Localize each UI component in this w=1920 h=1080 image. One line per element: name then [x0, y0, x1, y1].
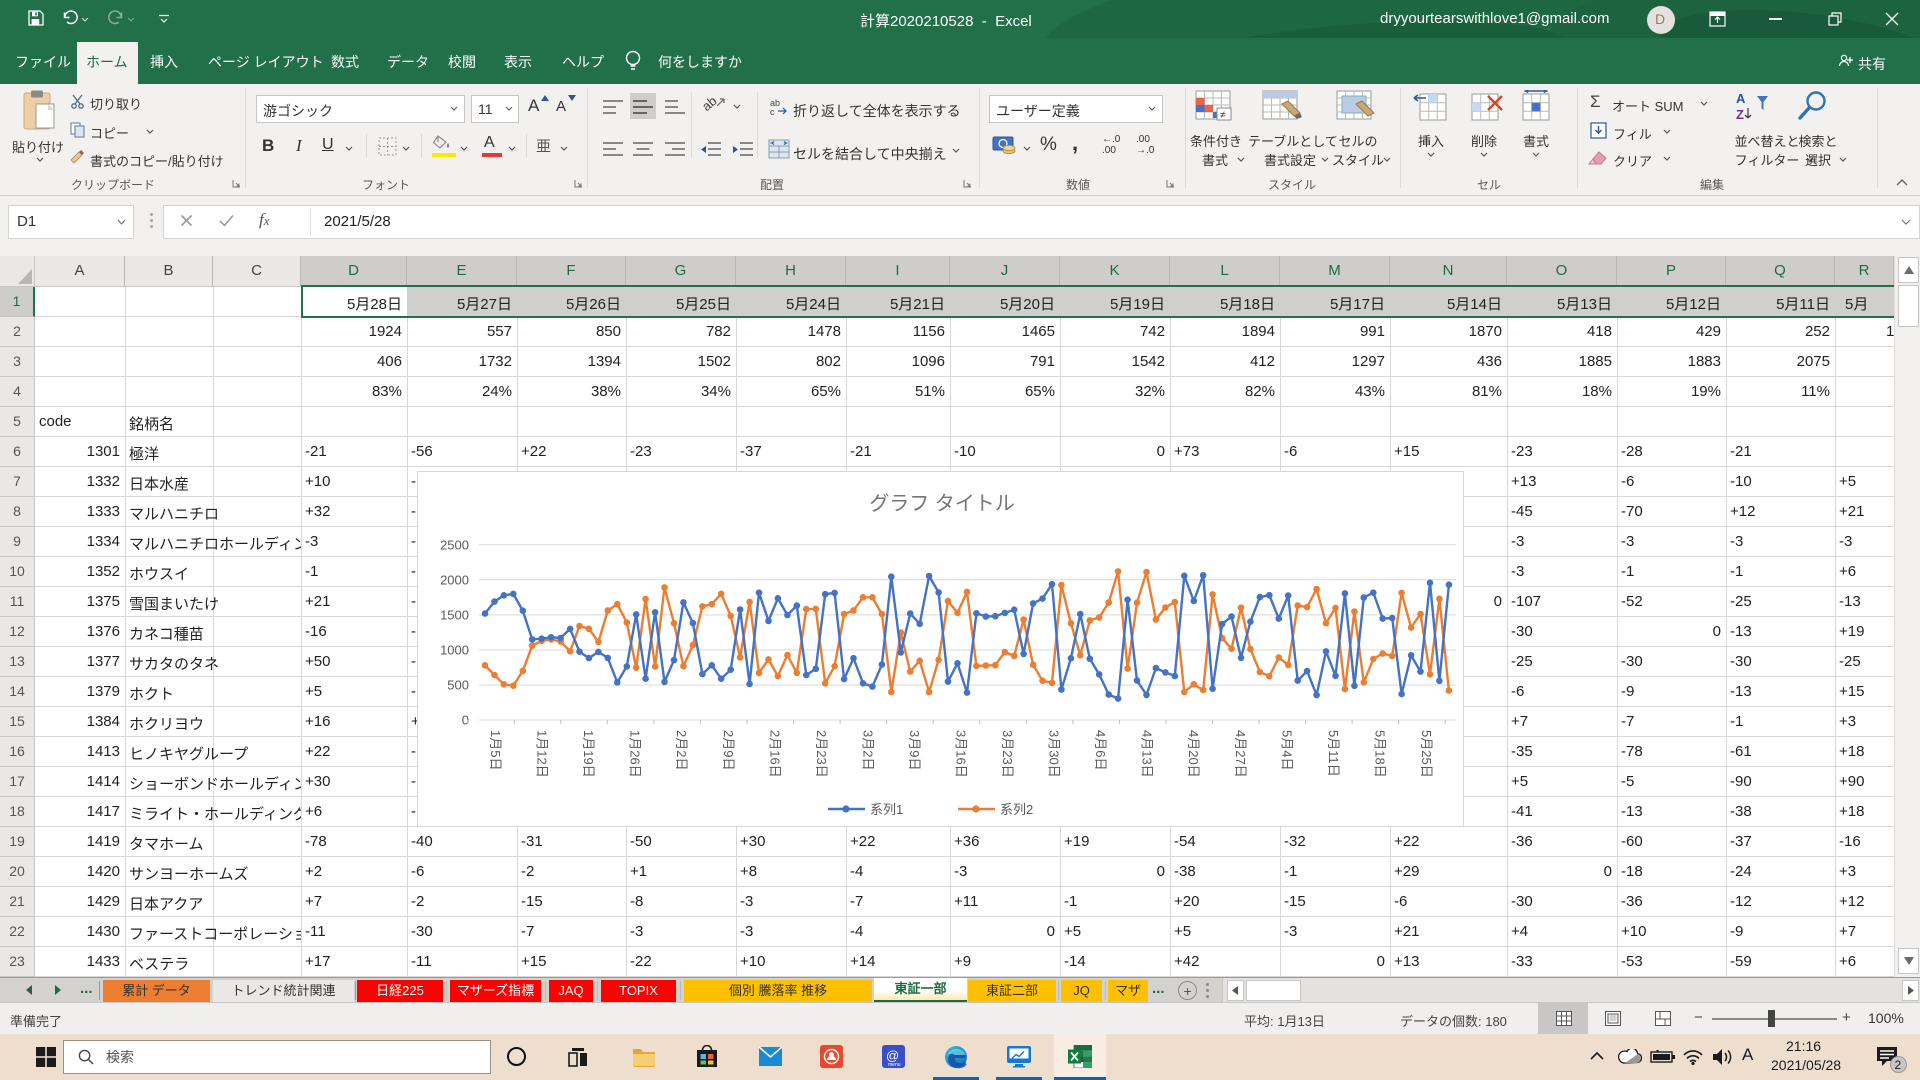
svg-text:2000: 2000 — [440, 572, 469, 587]
svg-text:2月9日: 2月9日 — [721, 730, 736, 770]
svg-text:1月26日: 1月26日 — [628, 730, 643, 778]
svg-text:2500: 2500 — [440, 537, 469, 552]
svg-text:c: c — [770, 107, 775, 116]
svg-text:1月5日: 1月5日 — [488, 730, 503, 770]
svg-text:1月12日: 1月12日 — [535, 730, 550, 778]
svg-text:≠: ≠ — [1220, 110, 1226, 121]
svg-text:3月30日: 3月30日 — [1047, 730, 1062, 778]
svg-text:2月23日: 2月23日 — [814, 730, 829, 778]
svg-text:4月13日: 4月13日 — [1140, 730, 1155, 778]
svg-text:2月16日: 2月16日 — [767, 730, 782, 778]
svg-text:3月23日: 3月23日 — [1000, 730, 1015, 778]
svg-text:5月11日: 5月11日 — [1326, 730, 1341, 777]
svg-text:A: A — [1736, 91, 1746, 106]
svg-text:@: @ — [886, 1048, 899, 1063]
svg-text:系列1: 系列1 — [870, 802, 903, 817]
svg-text:5月25日: 5月25日 — [1419, 730, 1434, 778]
svg-text:グラフ タイトル: グラフ タイトル — [869, 492, 1015, 515]
svg-text:3月16日: 3月16日 — [954, 730, 969, 778]
svg-text:4月6日: 4月6日 — [1093, 730, 1108, 770]
svg-text:4月27日: 4月27日 — [1233, 730, 1248, 778]
svg-text:3月9日: 3月9日 — [907, 730, 922, 770]
svg-text:1000: 1000 — [440, 642, 469, 657]
svg-text:1500: 1500 — [440, 607, 469, 622]
svg-text:5月18日: 5月18日 — [1372, 730, 1387, 778]
svg-text:1月19日: 1月19日 — [581, 730, 596, 778]
svg-text:2月2日: 2月2日 — [674, 730, 689, 770]
svg-text:4月20日: 4月20日 — [1186, 730, 1201, 778]
svg-text:menu: menu — [888, 1062, 901, 1068]
svg-text:系列2: 系列2 — [1000, 802, 1033, 817]
svg-text:5月4日: 5月4日 — [1279, 730, 1294, 770]
svg-text:3月2日: 3月2日 — [860, 730, 875, 770]
svg-text:500: 500 — [447, 678, 469, 693]
svg-text:Z: Z — [1736, 107, 1744, 122]
